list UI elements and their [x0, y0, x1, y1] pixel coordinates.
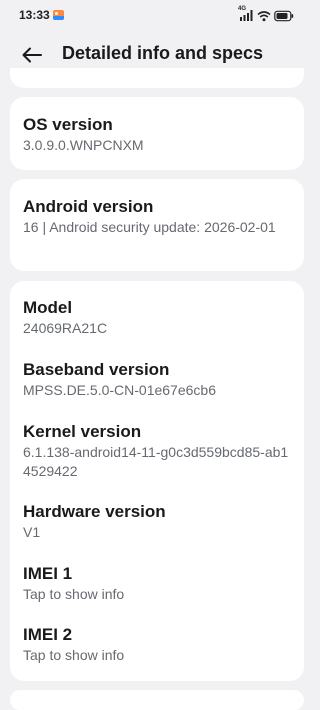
android-version-title: Android version — [23, 197, 154, 216]
kernel-title: Kernel version — [23, 422, 142, 441]
model-value: 24069RA21C — [23, 320, 108, 336]
status-time: 13:33 — [19, 8, 50, 22]
status-icons: 4G — [235, 6, 294, 22]
imei2-item[interactable]: IMEI 2 Tap to show info — [23, 624, 292, 665]
model-title: Model — [23, 298, 73, 317]
baseband-item: Baseband version MPSS.DE.5.0-CN-01e67e6c… — [23, 359, 292, 400]
os-version-title: OS version — [23, 115, 113, 134]
model-item: Model 24069RA21C — [23, 297, 292, 338]
next-card — [10, 690, 304, 710]
imei2-value[interactable]: Tap to show info — [23, 646, 292, 665]
android-version-value: 16 | Android security update: 2026-02-01 — [23, 219, 276, 235]
os-version-card[interactable]: OS version 3.0.9.0.WNPCNXM — [10, 97, 304, 170]
os-version-value: 3.0.9.0.WNPCNXM — [23, 137, 144, 153]
baseband-title: Baseband version — [23, 360, 170, 379]
hardware-value: V1 — [23, 524, 41, 540]
os-version-item: OS version 3.0.9.0.WNPCNXM — [23, 114, 292, 155]
kernel-item: Kernel version 6.1.138-android14-11-g0c3… — [23, 421, 292, 481]
previous-card — [10, 68, 304, 88]
imei1-title: IMEI 1 — [23, 564, 73, 583]
status-bar: 13:33 4G — [0, 0, 314, 32]
wifi-icon — [257, 9, 271, 22]
hardware-item: Hardware version V1 — [23, 501, 292, 542]
imei1-item[interactable]: IMEI 1 Tap to show info — [23, 563, 292, 604]
page-title: Detailed info and specs — [62, 43, 264, 63]
gallery-notification-icon — [53, 10, 64, 20]
battery-icon — [274, 9, 294, 22]
device-details-card: Model 24069RA21C Baseband version MPSS.D… — [10, 281, 304, 681]
baseband-value: MPSS.DE.5.0-CN-01e67e6cb6 — [23, 382, 216, 398]
imei2-title: IMEI 2 — [23, 625, 73, 644]
signal-icon: 4G — [238, 6, 254, 21]
kernel-value: 6.1.138-android14-11-g0c3d559bcd85-ab145… — [23, 444, 289, 479]
arrow-left-icon[interactable] — [18, 41, 46, 69]
android-version-item: Android version 16 | Android security up… — [23, 196, 292, 237]
android-version-card[interactable]: Android version 16 | Android security up… — [10, 179, 304, 271]
imei1-value[interactable]: Tap to show info — [23, 585, 292, 604]
hardware-title: Hardware version — [23, 502, 166, 521]
